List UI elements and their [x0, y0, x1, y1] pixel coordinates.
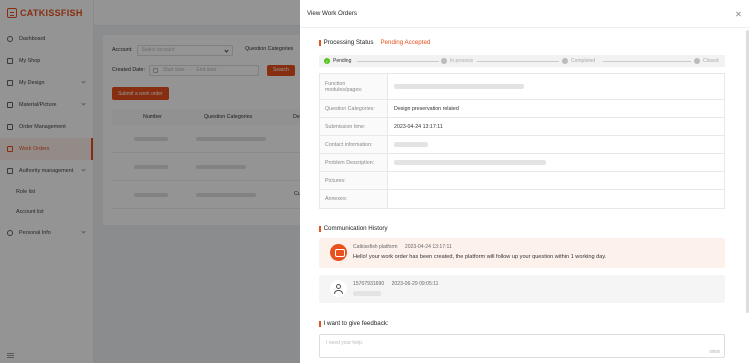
feedback-char-count: 0/500	[709, 349, 720, 354]
communication-history-title: Communication History	[323, 225, 388, 232]
communication-history-section: Communication History	[319, 225, 388, 232]
status-steps: ✓ Pending In process Completed Closed	[319, 55, 725, 67]
step-dot-icon	[441, 58, 447, 64]
detail-row-annexes: Annexes:	[320, 190, 724, 208]
detail-row-pictures: Pictures:	[320, 172, 724, 190]
step-completed: Completed	[562, 58, 595, 64]
processing-status-label: Processing Status	[323, 39, 374, 46]
message-sender: 15707931690	[353, 281, 385, 287]
step-pending: ✓ Pending	[324, 58, 352, 64]
feedback-title: I want to give feedback:	[323, 320, 389, 327]
message-time: 2023-06-29 09:05:11	[391, 281, 439, 287]
message-time: 2023-04-24 13:17:11	[404, 244, 452, 250]
message-item: 15707931690 2023-06-29 09:05:11	[319, 275, 725, 303]
work-order-details: Function modules/pages: Question Categor…	[319, 73, 725, 209]
message-text-redacted	[353, 291, 381, 296]
message-item: Catkissfish platform 2023-04-24 13:17:11…	[319, 238, 725, 268]
detail-row-problem-description: Problem Description:	[320, 154, 724, 172]
feedback-textarea[interactable]: I need your help. 0/500	[319, 334, 725, 358]
check-icon: ✓	[324, 58, 330, 64]
view-work-order-drawer: View Work Orders Processing Status Pendi…	[300, 0, 750, 363]
step-dot-icon	[562, 58, 568, 64]
drawer-title: View Work Orders	[307, 10, 357, 17]
drawer-scrollbar[interactable]	[746, 30, 749, 313]
detail-row-submission-time: Submission time: 2023-04-24 13:17:11	[320, 118, 724, 136]
step-dot-icon	[694, 58, 700, 64]
processing-status-section: Processing Status Pending Accepted	[319, 39, 430, 46]
feedback-placeholder: I need your help.	[326, 340, 364, 346]
step-closed: Closed	[694, 58, 719, 64]
detail-row-contact-information: Contact information:	[320, 136, 724, 154]
close-icon[interactable]	[736, 11, 741, 16]
platform-avatar-icon	[330, 244, 347, 261]
step-in-process: In process	[441, 58, 473, 64]
detail-row-question-categories: Question Categories: Design preservation…	[320, 100, 724, 118]
message-sender: Catkissfish platform	[353, 244, 398, 250]
processing-status-value: Pending Accepted	[380, 39, 431, 46]
detail-row-function-modules: Function modules/pages:	[320, 74, 724, 100]
message-text: Hello! your work order has been created,…	[353, 254, 607, 260]
feedback-section: I want to give feedback:	[319, 320, 389, 327]
user-avatar-icon	[330, 280, 347, 297]
